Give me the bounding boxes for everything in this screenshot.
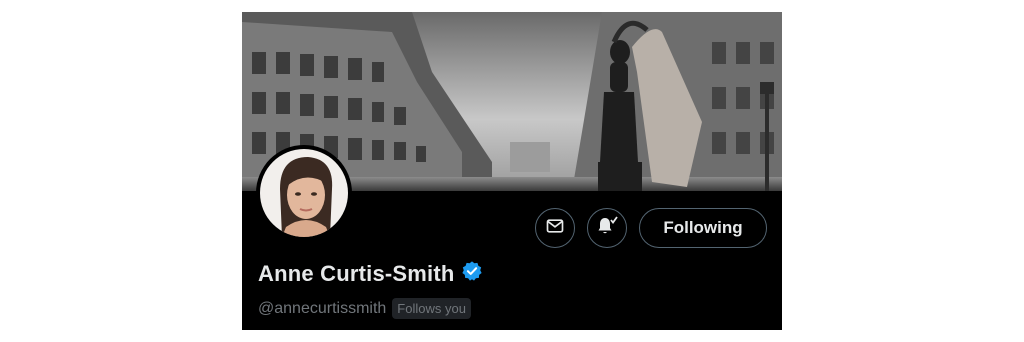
following-button[interactable]: Following [639,208,767,248]
profile-handle-row: @annecurtissmith Follows you [258,298,471,319]
envelope-icon [545,216,565,241]
notifications-button[interactable] [587,208,627,248]
message-button[interactable] [535,208,575,248]
profile-header-card: Following Anne Curtis-Smith @annecurtiss… [242,12,782,330]
profile-display-name: Anne Curtis-Smith [258,260,455,286]
verified-badge-icon[interactable] [461,260,483,287]
following-button-label: Following [663,218,743,237]
profile-name-row: Anne Curtis-Smith [258,260,483,287]
avatar-photo [260,149,348,237]
profile-handle: @annecurtissmith [258,299,387,317]
follows-you-badge: Follows you [392,298,471,319]
profile-avatar[interactable] [256,145,352,241]
bell-check-icon [595,214,619,243]
